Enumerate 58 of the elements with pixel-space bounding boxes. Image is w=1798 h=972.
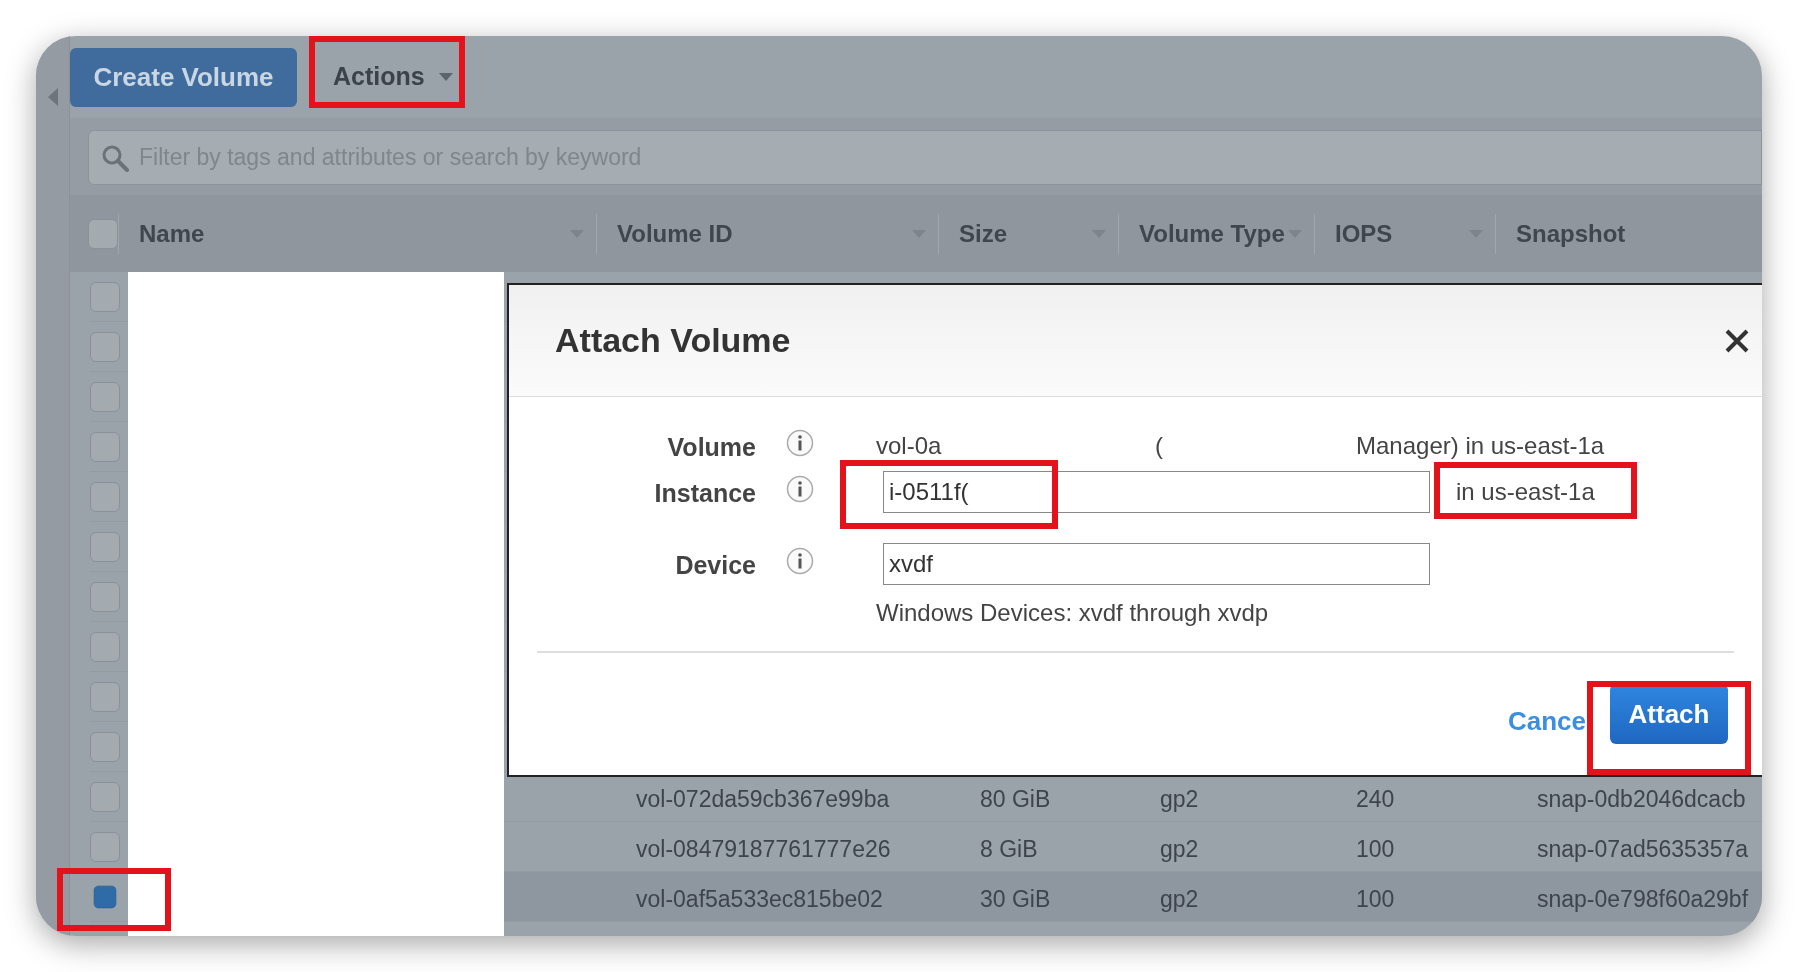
hint-text: Windows Devices: xvdf through xvdp <box>876 598 1270 628</box>
attach-button[interactable]: Attach <box>1610 684 1728 744</box>
field-label: Instance <box>653 478 756 509</box>
table-cell: 30 GiB <box>980 886 1051 913</box>
input-field[interactable]: xvdf <box>883 543 1430 585</box>
column-header[interactable]: Volume Type <box>1139 215 1285 252</box>
collapse-icon[interactable] <box>47 88 58 106</box>
dialog-title: Attach Volume <box>555 320 791 361</box>
close-icon[interactable] <box>1724 327 1750 354</box>
table-cell: 100 <box>1356 886 1395 913</box>
zone-text: in us-east-1a <box>1456 477 1595 507</box>
column-header[interactable]: IOPS <box>1335 215 1393 252</box>
input-field[interactable]: i-0511f( <box>883 471 1430 513</box>
checkbox[interactable] <box>90 681 120 712</box>
checkbox[interactable] <box>90 431 120 462</box>
checkbox[interactable] <box>90 381 120 412</box>
checkbox[interactable] <box>90 331 120 362</box>
checkbox[interactable] <box>90 831 120 862</box>
selected-row[interactable]: vol-0af5a533ec815be02 30 GiB gp2 100 snap-0e798f60a29bf <box>504 872 1762 922</box>
info-icon[interactable] <box>786 547 814 575</box>
table-cell: snap-0db2046dcacb <box>1537 786 1746 813</box>
checkbox[interactable] <box>90 731 120 762</box>
table-cell: gp2 <box>1160 786 1199 813</box>
volume-text: Manager) in us-east-1a <box>1356 431 1605 461</box>
table-cell: vol-08479187761777e26 <box>636 836 891 863</box>
table-cell: snap-0e798f60a29bf <box>1537 886 1749 913</box>
cancel-link[interactable]: Cance <box>1507 701 1586 741</box>
field-label: Device <box>674 550 756 581</box>
caret-icon <box>438 73 453 81</box>
checkbox[interactable] <box>90 531 120 562</box>
table-cell: vol-0af5a533ec815be02 <box>636 886 883 913</box>
column-header[interactable]: Volume ID <box>617 215 733 252</box>
checkbox[interactable] <box>90 781 120 812</box>
checkbox[interactable] <box>93 885 117 908</box>
field-label: Volume <box>666 432 756 463</box>
checkbox[interactable] <box>90 631 120 662</box>
volume-text: ( <box>1155 431 1164 461</box>
actions-button[interactable]: Actions <box>319 47 461 107</box>
column-header[interactable]: Size <box>959 215 1008 252</box>
volume-text: vol-0a <box>876 431 943 461</box>
create-volume-button[interactable]: Create Volume <box>70 47 297 107</box>
checkbox[interactable] <box>90 481 120 512</box>
table-cell: gp2 <box>1160 886 1199 913</box>
column-header[interactable]: Name <box>139 215 205 252</box>
info-icon[interactable] <box>786 475 814 503</box>
column-header[interactable]: Snapshot <box>1516 215 1626 252</box>
checkbox[interactable] <box>90 581 120 612</box>
checkbox[interactable] <box>90 281 120 312</box>
table-cell: 80 GiB <box>980 786 1051 813</box>
info-icon[interactable] <box>786 429 814 457</box>
table-cell: vol-072da59cb367e99ba <box>636 786 890 813</box>
search-icon <box>101 143 129 172</box>
table-cell: 100 <box>1356 836 1395 863</box>
table-cell: snap-07ad5635357a <box>1537 836 1749 863</box>
table-cell: gp2 <box>1160 836 1199 863</box>
table-cell: 8 GiB <box>980 836 1038 863</box>
table-cell: 240 <box>1356 786 1395 813</box>
checkbox[interactable] <box>88 218 118 249</box>
